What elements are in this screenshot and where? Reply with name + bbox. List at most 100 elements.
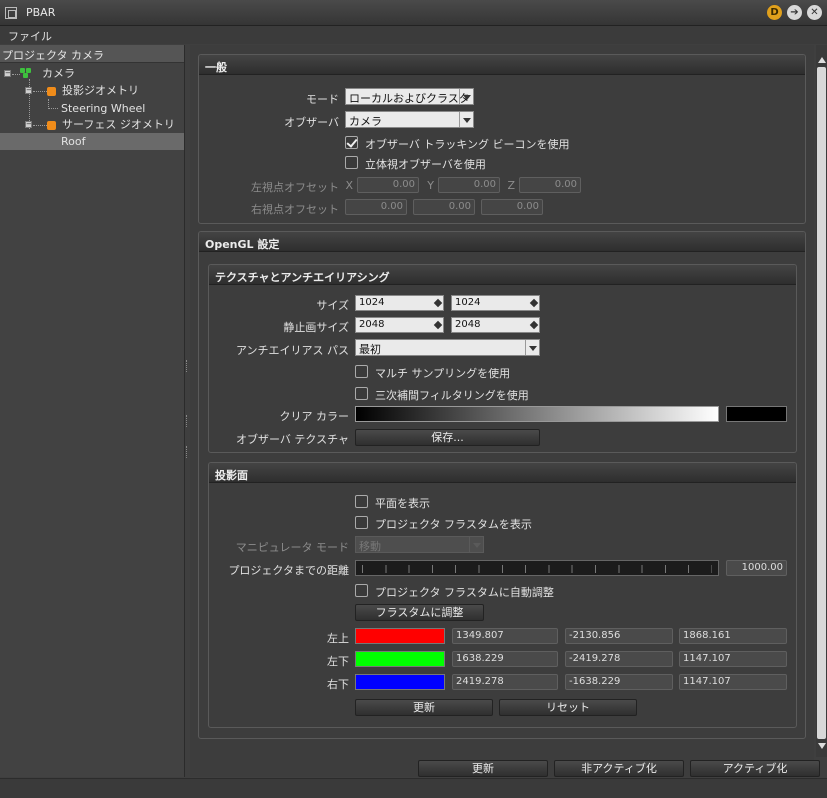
bottom-left-label: 左下	[327, 655, 349, 668]
right-offset-label: 右視点オフセット	[251, 203, 339, 216]
texture-title: テクスチャとアンチエイリアシング	[209, 265, 796, 285]
splitter-grip-icon[interactable]	[186, 360, 189, 372]
spinner-icon	[433, 298, 443, 308]
left-offset-label: 左視点オフセット	[251, 181, 339, 194]
cubic-filtering-checkbox[interactable]	[355, 387, 368, 400]
top-left-label: 左上	[327, 632, 349, 645]
observer-texture-label: オブザーバ テクスチャ	[236, 433, 349, 446]
distance-field[interactable]: 1000.00	[726, 560, 787, 576]
mode-label: モード	[306, 93, 339, 106]
close-icon[interactable]: ✕	[807, 5, 822, 20]
bottom-right-z-field[interactable]: 1147.107	[679, 674, 787, 690]
still-width-field[interactable]: 2048	[355, 317, 444, 333]
settings-panel: 一般 モード ローカルおよびクラスタ オブザーバ カメラ オブザーバ トラッキン…	[190, 45, 820, 777]
distance-slider[interactable]	[355, 560, 719, 576]
chevron-down-icon	[459, 89, 473, 104]
tree-header: プロジェクタ カメラ	[0, 45, 184, 63]
projection-group: 投影面 平面を表示 プロジェクタ フラスタムを表示 マニピュレータ モード 移動…	[208, 462, 797, 728]
auto-fit-label: プロジェクタ フラスタムに自動調整	[375, 586, 554, 599]
status-bar	[0, 778, 827, 798]
chevron-down-icon	[525, 340, 539, 355]
tree-item-steering-wheel[interactable]: Steering Wheel	[61, 100, 145, 117]
deactivate-button[interactable]: 非アクティブ化	[554, 760, 684, 777]
left-offset-x-field[interactable]: 0.00	[357, 177, 419, 193]
top-left-z-field[interactable]: 1868.161	[679, 628, 787, 644]
opengl-group: OpenGL 設定 テクスチャとアンチエイリアシング サイズ 1024 1024…	[198, 231, 806, 739]
clear-color-swatch[interactable]	[726, 406, 787, 422]
d-badge-icon[interactable]: D	[767, 5, 782, 20]
bottom-left-y-field[interactable]: -2419.278	[565, 651, 673, 667]
manipulator-select[interactable]: 移動	[355, 536, 484, 553]
auto-fit-checkbox[interactable]	[355, 584, 368, 597]
spinner-icon	[529, 298, 539, 308]
antialias-select[interactable]: 最初	[355, 339, 540, 356]
still-height-field[interactable]: 2048	[451, 317, 540, 333]
bottom-right-color-swatch[interactable]	[355, 674, 445, 690]
vertical-scrollbar[interactable]	[816, 45, 827, 757]
tree-expand-icon[interactable]: −	[25, 87, 32, 94]
menu-file[interactable]: ファイル	[8, 28, 52, 44]
distance-label: プロジェクタまでの距離	[228, 564, 349, 577]
stereo-observer-label: 立体視オブザーバを使用	[365, 158, 486, 171]
left-offset-z-field[interactable]: 0.00	[519, 177, 581, 193]
top-left-color-swatch[interactable]	[355, 628, 445, 644]
general-group: 一般 モード ローカルおよびクラスタ オブザーバ カメラ オブザーバ トラッキン…	[198, 54, 806, 224]
manipulator-label: マニピュレータ モード	[235, 541, 349, 554]
top-left-x-field[interactable]: 1349.807	[452, 628, 558, 644]
tree-item-surface-geometry[interactable]: サーフェス ジオメトリ	[62, 116, 175, 133]
tree-item-projection-geometry[interactable]: 投影ジオメトリ	[62, 82, 139, 99]
splitter-grip-icon[interactable]	[186, 446, 189, 458]
tree-item-camera[interactable]: カメラ	[42, 65, 75, 82]
camera-icon	[20, 68, 34, 78]
right-offset-z-field[interactable]: 0.00	[481, 199, 543, 215]
stereo-observer-checkbox[interactable]	[345, 156, 358, 169]
spinner-icon	[433, 320, 443, 330]
projection-title: 投影面	[209, 463, 796, 483]
right-offset-x-field[interactable]: 0.00	[345, 199, 407, 215]
left-offset-x-label: X	[345, 179, 353, 192]
clear-color-gradient[interactable]	[355, 406, 719, 422]
bottom-right-y-field[interactable]: -1638.229	[565, 674, 673, 690]
right-offset-y-field[interactable]: 0.00	[413, 199, 475, 215]
corners-update-button[interactable]: 更新	[355, 699, 493, 716]
show-frustum-checkbox[interactable]	[355, 516, 368, 529]
left-offset-z-label: Z	[507, 179, 515, 192]
tracking-beacon-label: オブザーバ トラッキング ビーコンを使用	[365, 138, 570, 151]
bottom-left-z-field[interactable]: 1147.107	[679, 651, 787, 667]
window-app-icon	[5, 7, 17, 19]
fit-frustum-button[interactable]: フラスタムに調整	[355, 604, 484, 621]
scroll-down-icon[interactable]	[818, 743, 826, 749]
left-offset-y-field[interactable]: 0.00	[438, 177, 500, 193]
window-title: PBAR	[26, 6, 56, 19]
bottom-left-x-field[interactable]: 1638.229	[452, 651, 558, 667]
title-bar: PBAR D ➔ ✕	[0, 0, 827, 26]
mode-select[interactable]: ローカルおよびクラスタ	[345, 88, 474, 105]
menu-bar: ファイル	[0, 26, 827, 44]
size-label: サイズ	[316, 299, 349, 312]
scroll-up-icon[interactable]	[818, 57, 826, 63]
bottom-right-label: 右下	[327, 678, 349, 691]
update-button[interactable]: 更新	[418, 760, 548, 777]
show-plane-checkbox[interactable]	[355, 495, 368, 508]
chevron-down-icon	[459, 112, 473, 127]
arrow-right-icon[interactable]: ➔	[787, 5, 802, 20]
corners-reset-button[interactable]: リセット	[499, 699, 637, 716]
size-height-field[interactable]: 1024	[451, 295, 540, 311]
bottom-right-x-field[interactable]: 2419.278	[452, 674, 558, 690]
observer-select[interactable]: カメラ	[345, 111, 474, 128]
geometry-icon	[47, 87, 56, 96]
tree-expand-icon[interactable]: −	[25, 121, 32, 128]
save-texture-button[interactable]: 保存...	[355, 429, 540, 446]
splitter-grip-icon[interactable]	[186, 415, 189, 427]
tree-item-roof[interactable]: Roof	[0, 133, 184, 150]
scroll-thumb[interactable]	[817, 67, 826, 739]
tracking-beacon-checkbox[interactable]	[345, 136, 358, 149]
bottom-left-color-swatch[interactable]	[355, 651, 445, 667]
tree-expand-icon[interactable]: −	[4, 70, 11, 77]
geometry-icon	[47, 121, 56, 130]
show-frustum-label: プロジェクタ フラスタムを表示	[375, 518, 532, 531]
size-width-field[interactable]: 1024	[355, 295, 444, 311]
top-left-y-field[interactable]: -2130.856	[565, 628, 673, 644]
activate-button[interactable]: アクティブ化	[690, 760, 820, 777]
multisampling-checkbox[interactable]	[355, 365, 368, 378]
